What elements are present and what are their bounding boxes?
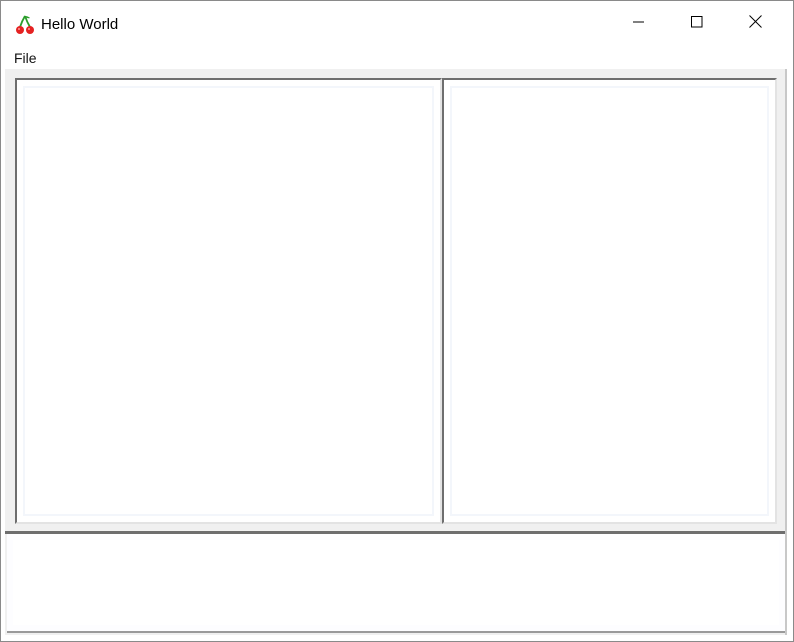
maximize-button[interactable] (668, 1, 726, 47)
frame-edge (785, 69, 787, 635)
client-area (5, 69, 787, 635)
close-icon (748, 15, 762, 33)
left-pane[interactable] (15, 78, 442, 524)
cherry-icon (14, 14, 36, 36)
right-pane-content[interactable] (450, 86, 769, 516)
menu-file[interactable]: File (14, 49, 37, 67)
bottom-pane[interactable] (7, 534, 785, 633)
window-title: Hello World (41, 16, 119, 33)
app-window: Hello World File (0, 0, 794, 642)
bottom-pane-content[interactable] (13, 540, 779, 625)
menu-bar: File (1, 47, 793, 68)
left-pane-content[interactable] (23, 86, 434, 516)
title-bar[interactable]: Hello World (1, 1, 793, 47)
maximize-icon (691, 15, 703, 33)
minimize-button[interactable] (610, 1, 668, 47)
minimize-icon (633, 15, 645, 33)
close-button[interactable] (726, 1, 784, 47)
right-pane[interactable] (442, 78, 777, 524)
